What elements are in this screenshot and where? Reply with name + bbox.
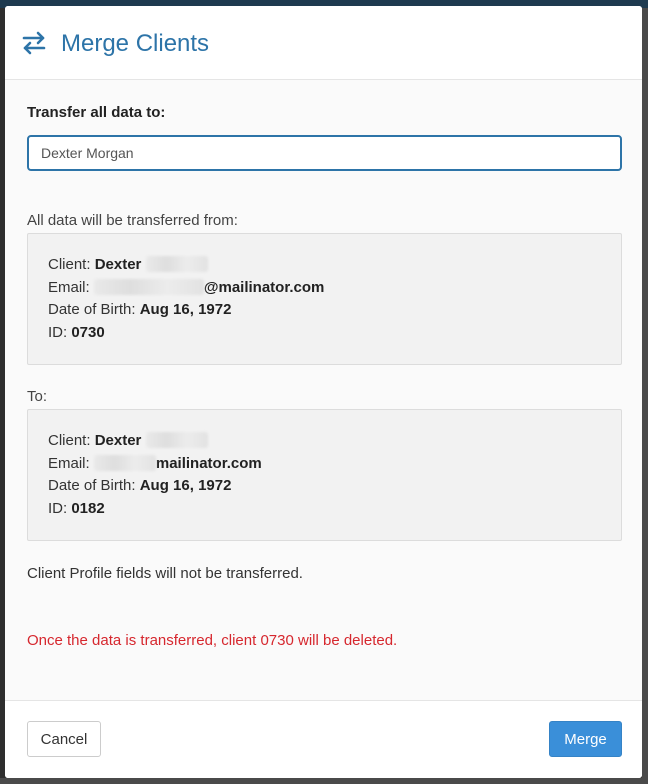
source-client-name: Dexter xyxy=(94,256,142,273)
source-email-domain: @mailinator.com xyxy=(203,278,325,296)
destination-client-row: Client: Dexter xyxy=(48,430,601,453)
source-client-card: Client: Dexter Email: @mailinator.com Da… xyxy=(27,233,622,365)
cancel-button[interactable]: Cancel xyxy=(27,721,101,757)
backdrop-page-edge xyxy=(642,8,648,784)
source-client-row: Client: Dexter xyxy=(48,254,601,277)
swap-arrows-icon xyxy=(22,31,46,55)
source-dob-value: Aug 16, 1972 xyxy=(139,301,232,318)
destination-id-label: ID: xyxy=(48,499,68,517)
destination-dob-row: Date of Birth: Aug 16, 1972 xyxy=(48,475,601,498)
transfer-target-label: Transfer all data to: xyxy=(27,104,166,121)
target-client-input[interactable] xyxy=(27,135,622,171)
merge-clients-dialog: Merge Clients Transfer all data to: All … xyxy=(5,6,642,778)
source-heading: All data will be transferred from: xyxy=(27,212,238,229)
destination-id-value: 0182 xyxy=(71,499,105,517)
destination-email-label: Email: xyxy=(48,454,90,472)
redacted-surname xyxy=(145,256,208,272)
redacted-email-user xyxy=(93,278,204,295)
dialog-title: Merge Clients xyxy=(61,30,210,57)
destination-email-domain: mailinator.com xyxy=(155,454,262,472)
dialog-header: Merge Clients xyxy=(5,6,642,80)
destination-heading: To: xyxy=(27,388,48,405)
deletion-warning: Once the data is transferred, client 073… xyxy=(27,632,398,649)
destination-dob-value: Aug 16, 1972 xyxy=(139,477,232,494)
destination-email-row: Email: mailinator.com xyxy=(48,453,601,476)
destination-client-name: Dexter xyxy=(94,432,142,449)
dialog-body: Transfer all data to: All data will be t… xyxy=(5,80,642,700)
source-client-label: Client: xyxy=(48,256,91,273)
source-dob-label: Date of Birth: xyxy=(48,301,136,318)
source-id-row: ID: 0730 xyxy=(48,322,601,345)
source-email-row: Email: @mailinator.com xyxy=(48,277,601,300)
redacted-email-user xyxy=(93,454,156,471)
merge-button[interactable]: Merge xyxy=(549,721,622,757)
source-id-value: 0730 xyxy=(71,323,105,341)
backdrop-page-bottom xyxy=(0,778,648,784)
source-email-label: Email: xyxy=(48,278,90,296)
destination-client-card: Client: Dexter Email: mailinator.com Dat… xyxy=(27,409,622,541)
destination-dob-label: Date of Birth: xyxy=(48,477,136,494)
dialog-footer: Cancel Merge xyxy=(5,700,642,778)
source-id-label: ID: xyxy=(48,323,68,341)
source-dob-row: Date of Birth: Aug 16, 1972 xyxy=(48,299,601,322)
destination-id-row: ID: 0182 xyxy=(48,498,601,521)
redacted-surname xyxy=(145,432,208,448)
profile-fields-note: Client Profile fields will not be transf… xyxy=(27,565,303,582)
destination-client-label: Client: xyxy=(48,432,91,449)
